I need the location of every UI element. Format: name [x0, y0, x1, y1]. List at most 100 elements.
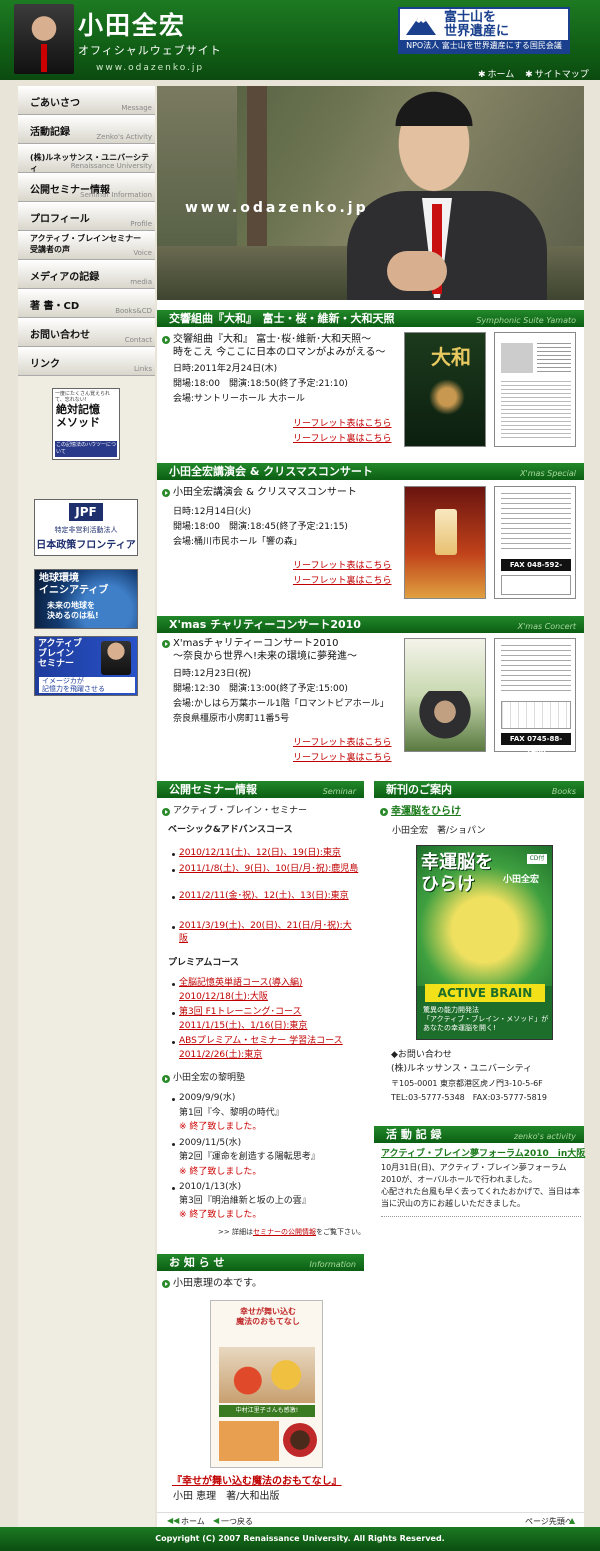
bullet-icon: ✱	[525, 70, 533, 80]
leaflet-front-link[interactable]: リーフレット表はこちら	[293, 558, 391, 571]
section-title: お 知 ら せ	[169, 1256, 225, 1269]
seminar-date-link[interactable]: 2010/12/11(土)、12(日)、19(日):東京	[179, 847, 341, 860]
sidebar-item-links[interactable]: リンク Links	[18, 347, 155, 376]
section-bar-activity: 活 動 記 録 zenko's activity	[374, 1126, 584, 1143]
footer-back-link[interactable]: 一つ戻る	[221, 1516, 253, 1527]
activity-link[interactable]: アクティブ・ブレイン夢フォーラム2010 in大阪	[381, 1148, 585, 1161]
banner-sub: イメージカが 記憶力を飛躍させる	[39, 677, 135, 693]
yamato-flyer-back[interactable]	[494, 332, 576, 447]
section-bar-news: お 知 ら せ Information	[157, 1254, 364, 1271]
event-address: 奈良県橿原市小房町11番5号	[173, 714, 290, 724]
sidebar-item-en: Message	[121, 104, 152, 112]
seminar-more-suffix: をご覧下さい。	[315, 1228, 365, 1236]
seminar-more-prefix: >> 詳細は	[218, 1228, 253, 1236]
sidebar-item-profile[interactable]: プロフィール Profile	[18, 202, 155, 231]
seminar-date-link[interactable]: 2011/3/19(土)、20(日)、21(日/月･祝):大阪	[179, 920, 359, 946]
banner-title: 絶対記憶 メソッド	[56, 403, 100, 429]
juku-status: ※ 終了致しました。	[179, 1210, 262, 1220]
arrow-icon	[162, 1075, 170, 1083]
leaflet-back-link[interactable]: リーフレット裏はこちら	[293, 431, 391, 444]
arrow-icon	[162, 640, 170, 648]
sidebar-item-renaissance[interactable]: (株)ルネッサンス・ユニバーシティ Renaissance University	[18, 144, 155, 173]
site-url: www.odazenko.jp	[96, 63, 205, 73]
sidebar-item-en: Links	[134, 365, 152, 373]
earth-initiative-banner[interactable]: 地球環境 イニシアティブ 未来の地球を 決めるのは私!	[34, 569, 138, 629]
new-book-link[interactable]: 幸運脳をひらけ	[391, 805, 461, 818]
section-en: Symphonic Suite Yamato	[476, 316, 576, 325]
sidebar-item-label: メディアの記録	[30, 272, 100, 283]
book-cover[interactable]: 幸運脳を ひらけ CD付 小田全宏 ACTIVE BRAIN 驚異の能力開発法 …	[416, 845, 553, 1040]
leaflet-back-link[interactable]: リーフレット裏はこちら	[293, 573, 391, 586]
charity-flyer-back[interactable]: FAX 0745-88-7488	[494, 638, 576, 755]
premium-course-date[interactable]: 2011/2/26(土):東京	[179, 1049, 262, 1062]
sidebar-item-en: Books&CD	[115, 307, 152, 315]
site-header: 小田全宏 オフィシャルウェブサイト www.odazenko.jp 富士山を 世…	[0, 0, 600, 80]
xmas-flyer-back[interactable]: FAX 048-592-0590	[494, 486, 576, 599]
juku-heading: 小田全宏の黎明塾	[173, 1073, 246, 1083]
cover-title: 幸運脳を ひらけ	[421, 852, 493, 895]
memory-method-banner[interactable]: 一度にたくさん覚えられて、忘れない! 絶対記憶 メソッド この記憶法のハウツーに…	[52, 388, 120, 460]
juku-date: 2009/11/5(水)	[179, 1138, 242, 1148]
juku-date: 2009/9/9(水)	[179, 1093, 236, 1103]
sidebar-item-label: お問い合わせ	[30, 330, 90, 341]
section-title: 新刊のご案内	[386, 783, 452, 796]
leaflet-back-link[interactable]: リーフレット裏はこちら	[293, 750, 391, 763]
leaflet-front-link[interactable]: リーフレット表はこちら	[293, 735, 391, 748]
nav-sitemap-link[interactable]: サイトマップ	[535, 70, 589, 80]
premium-course-date[interactable]: 2011/1/15(土)、1/16(日):東京	[179, 1020, 307, 1033]
seminar-more-link[interactable]: セミナーの公開情報	[253, 1228, 316, 1236]
premium-course-date[interactable]: 2010/12/18(土):大阪	[179, 991, 268, 1004]
speaker-photo	[101, 641, 131, 675]
footer-home-link[interactable]: ホーム	[181, 1516, 205, 1527]
hero-url: www.odazenko.jp	[185, 200, 369, 216]
seminar-date-link[interactable]: 2011/2/11(金･祝)、12(土)、13(日):東京	[179, 890, 359, 903]
sidebar-item-media[interactable]: メディアの記録 media	[18, 260, 155, 289]
footer-top-link[interactable]: ページ先頭へ	[525, 1516, 573, 1527]
cover-title: 幸せが舞い込む 魔法のおもてなし	[236, 1307, 300, 1326]
sidebar-item-activity[interactable]: 活動記録 Zenko's Activity	[18, 115, 155, 144]
fuji-heritage-banner[interactable]: 富士山を 世界遺産に NPO法人 富士山を世界遺産にする国民会議	[398, 7, 570, 54]
sidebar-item-seminar[interactable]: 公開セミナー情報 Seminar Information	[18, 173, 155, 202]
section-title: 活 動 記 録	[386, 1128, 442, 1141]
news-book-link[interactable]: 『幸せが舞い込む魔法のおもてなし』	[172, 1475, 342, 1488]
event-date: 日時:2011年2月24日(木)	[173, 364, 278, 374]
event-heading: X'masチャリティーコンサート2010 〜奈良から世界へ!未来の環境に夢発進〜	[173, 638, 358, 662]
juku-title: 第3回『明治維新と坂の上の雲』	[179, 1196, 311, 1206]
active-brain-banner[interactable]: アクティブ ブレイン セミナー イメージカが 記憶力を飛躍させる	[34, 636, 138, 696]
sidebar-item-voice[interactable]: アクティブ・ブレインセミナー 受講者の声 Voice	[18, 231, 155, 260]
sidebar-item-en: Profile	[130, 220, 152, 228]
sidebar-item-label: リンク	[30, 359, 60, 370]
sidebar-item-en: Contact	[124, 336, 152, 344]
nav-home-link[interactable]: ホーム	[488, 70, 515, 80]
event-heading: 小田全宏講演会 & クリスマスコンサート	[173, 487, 357, 498]
seminar-more: >> 詳細はセミナーの公開情報をご覧下さい。	[218, 1226, 365, 1239]
premium-course-link[interactable]: ABSプレミアム・セミナー 学習法コース	[179, 1035, 343, 1048]
arrow-icon	[162, 489, 170, 497]
arrow-icon	[162, 1280, 170, 1288]
sidebar-item-contact[interactable]: お問い合わせ Contact	[18, 318, 155, 347]
premium-course-link[interactable]: 全脳記憶英単語コース(導入編)	[179, 977, 303, 990]
leaflet-front-link[interactable]: リーフレット表はこちら	[293, 416, 391, 429]
cover-band: 中村江里子さんも感激!	[219, 1405, 315, 1417]
section-en: X'mas Concert	[517, 622, 576, 631]
sidebar-item-label: アクティブ・ブレインセミナー 受講者の声	[30, 234, 142, 254]
section-bar-seminar: 公開セミナー情報 Seminar	[157, 781, 364, 798]
juku-date: 2010/1/13(水)	[179, 1182, 242, 1192]
news-book-cover[interactable]: 幸せが舞い込む 魔法のおもてなし 中村江里子さんも感激!	[210, 1300, 323, 1468]
xmas-flyer-front[interactable]	[404, 486, 486, 599]
site-title[interactable]: 小田全宏	[78, 6, 186, 42]
charity-flyer-front[interactable]	[404, 638, 486, 752]
sidebar-item-books[interactable]: 著 書・CD Books&CD	[18, 289, 155, 318]
event-heading: 交響組曲『大和』 富士･桜･維新･大和天照〜 時をこえ 今ここに日本のロマンがよ…	[173, 334, 386, 358]
jpf-banner[interactable]: JPF 特定非営利活動法人 日本政策フロンティア	[34, 499, 138, 556]
seminar-date-link[interactable]: 2011/1/8(土)、9(日)、10(日/月･祝):鹿児島	[179, 863, 359, 876]
yamato-flyer-front[interactable]: 大和	[404, 332, 486, 447]
contact-address: 〒105-0001 東京都港区虎ノ門3-10-5-6F	[391, 1079, 543, 1088]
event-date: 日時:12月14日(火)	[173, 507, 251, 517]
footer-nav: ◀◀ ホーム ◀ 一つ戻る ページ先頭へ ▲	[157, 1512, 584, 1528]
sidebar-item-label: 著 書・CD	[30, 301, 80, 312]
sidebar-item-message[interactable]: ごあいさつ Message	[18, 86, 155, 115]
premium-course-link[interactable]: 第3回 F1トレーニング･コース	[179, 1006, 302, 1019]
cover-band: ACTIVE BRAIN	[425, 984, 545, 1002]
back-arrow-icon: ◀◀	[167, 1516, 180, 1525]
